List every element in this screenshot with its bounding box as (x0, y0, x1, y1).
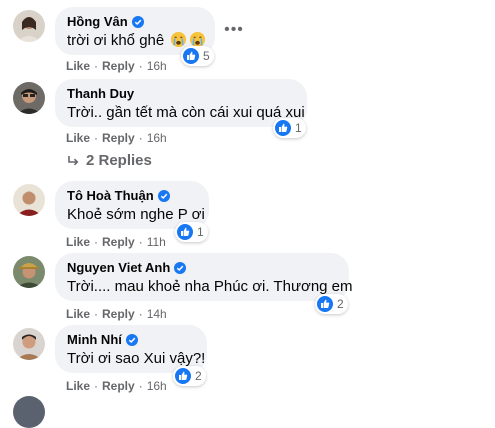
reaction-summary[interactable]: 1 (175, 222, 208, 242)
replies-label: 2 Replies (86, 152, 152, 169)
reply-button[interactable]: Reply (102, 379, 135, 393)
avatar[interactable] (13, 396, 45, 428)
comment-text: Trời ơi sao Xui vậy?! (67, 350, 206, 367)
avatar[interactable] (13, 184, 45, 216)
reply-button[interactable]: Reply (102, 307, 135, 321)
reaction-summary[interactable]: 2 (173, 366, 206, 386)
reaction-count: 2 (195, 369, 202, 383)
like-button[interactable]: Like (66, 131, 90, 145)
reaction-count: 1 (197, 225, 204, 239)
comment-timestamp[interactable]: 16h (147, 131, 167, 145)
like-reaction-icon (317, 296, 333, 312)
avatar[interactable] (13, 82, 45, 114)
like-reaction-icon (275, 120, 291, 136)
more-options-icon[interactable]: ••• (222, 18, 246, 42)
comment-timestamp[interactable]: 16h (147, 379, 167, 393)
reply-button[interactable]: Reply (102, 235, 135, 249)
reaction-count: 2 (337, 297, 344, 311)
reaction-summary[interactable]: 5 (181, 46, 214, 66)
comment-author[interactable]: Thanh Duy (67, 86, 134, 102)
like-button[interactable]: Like (66, 379, 90, 393)
like-reaction-icon (177, 224, 193, 240)
like-reaction-icon (175, 368, 191, 384)
avatar[interactable] (13, 328, 45, 360)
verified-badge-icon (157, 190, 170, 202)
reply-arrow-icon (66, 154, 80, 168)
reply-button[interactable]: Reply (102, 131, 135, 145)
comment-author[interactable]: Hồng Vân (67, 14, 128, 30)
comment-actions: Like · Reply · 16h (66, 379, 167, 393)
comment-bubble: Thanh Duy Trời.. gần tết mà còn cái xui … (55, 79, 307, 127)
comment-text: Trời.. gần tết mà còn cái xui quá xui (67, 104, 305, 121)
comment-actions: Like · Reply · 16h (66, 59, 167, 73)
comment-actions: Like · Reply · 14h (66, 307, 167, 321)
comment-text: Khoẻ sớm nghe P ơi (67, 206, 205, 223)
like-button[interactable]: Like (66, 235, 90, 249)
crying-face-emoji-icon (170, 31, 187, 48)
comment-timestamp[interactable]: 16h (147, 59, 167, 73)
verified-badge-icon (131, 16, 144, 28)
verified-badge-icon (125, 334, 138, 346)
comment-actions: Like · Reply · 11h (66, 235, 166, 249)
avatar[interactable] (13, 256, 45, 288)
comment-author[interactable]: Nguyen Viet Anh (67, 260, 170, 276)
reaction-count: 1 (295, 121, 302, 135)
reply-button[interactable]: Reply (102, 59, 135, 73)
comment-author[interactable]: Tô Hoà Thuận (67, 188, 154, 204)
comment-text: Trời.... mau khoẻ nha Phúc ơi. Thương em (67, 278, 353, 295)
comment-timestamp[interactable]: 11h (147, 235, 166, 249)
reaction-count: 5 (203, 49, 210, 63)
reaction-summary[interactable]: 1 (273, 118, 306, 138)
view-replies-button[interactable]: 2 Replies (66, 152, 152, 169)
like-reaction-icon (183, 48, 199, 64)
avatar[interactable] (13, 10, 45, 42)
reaction-summary[interactable]: 2 (315, 294, 348, 314)
comment-bubble: Nguyen Viet Anh Trời.... mau khoẻ nha Ph… (55, 253, 353, 301)
comment-actions: Like · Reply · 16h (66, 131, 167, 145)
like-button[interactable]: Like (66, 307, 90, 321)
comment-text: trời ơi khổ ghê (67, 32, 165, 49)
like-button[interactable]: Like (66, 59, 90, 73)
comment-timestamp[interactable]: 14h (147, 307, 167, 321)
comment-author[interactable]: Minh Nhí (67, 332, 122, 348)
verified-badge-icon (174, 262, 187, 274)
